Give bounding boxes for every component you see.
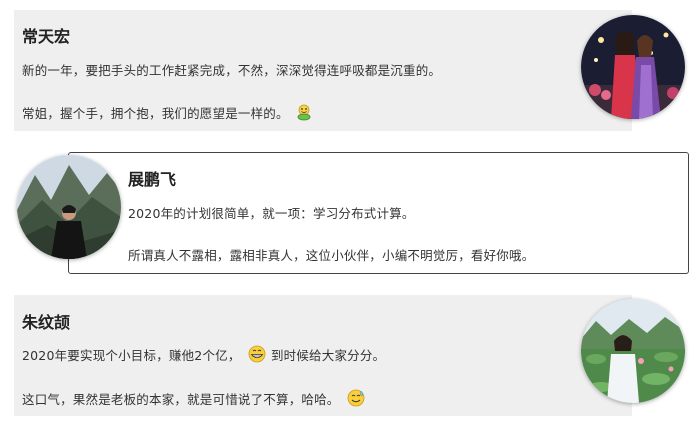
commenter-name: 展鹏飞 xyxy=(128,170,177,189)
sweat-smile-icon xyxy=(346,389,366,410)
photo-two-women-stage xyxy=(581,15,685,119)
comment-line: 所谓真人不露相，露相非真人，这位小伙伴，小编不明觉厉，看好你哦。 xyxy=(128,248,535,263)
comment-line-with-emoji: 这口气，果然是老板的本家，就是可惜说了不算，哈哈。 xyxy=(22,389,366,410)
commenter-name: 常天宏 xyxy=(22,27,71,46)
photo-man-mountains xyxy=(17,155,121,259)
comment-line-with-emoji: 2020年要实现个小目标，赚他2个亿， 到时候给大家分分。 xyxy=(22,345,385,366)
comment-line-text: 到时候给大家分分。 xyxy=(270,348,386,363)
grin-icon xyxy=(247,345,267,366)
comment-line-with-emoji: 常姐，握个手，拥个抱，我们的愿望是一样的。 xyxy=(22,103,313,124)
comment-line-text: 这口气，果然是老板的本家，就是可惜说了不算，哈哈。 xyxy=(22,392,340,407)
handshake-icon xyxy=(295,103,313,124)
avatar xyxy=(581,299,685,403)
comment-line-text: 2020年要实现个小目标，赚他2个亿， xyxy=(22,348,241,363)
commenter-name: 朱纹颉 xyxy=(22,313,71,332)
comment-line-text: 常姐，握个手，拥个抱，我们的愿望是一样的。 xyxy=(22,106,289,121)
avatar xyxy=(17,155,121,259)
comment-line: 2020年的计划很简单，就一项：学习分布式计算。 xyxy=(128,206,415,221)
photo-woman-lotus-pond xyxy=(581,299,685,403)
avatar xyxy=(581,15,685,119)
comment-line: 新的一年，要把手头的工作赶紧完成，不然，深深觉得连呼吸都是沉重的。 xyxy=(22,63,442,78)
